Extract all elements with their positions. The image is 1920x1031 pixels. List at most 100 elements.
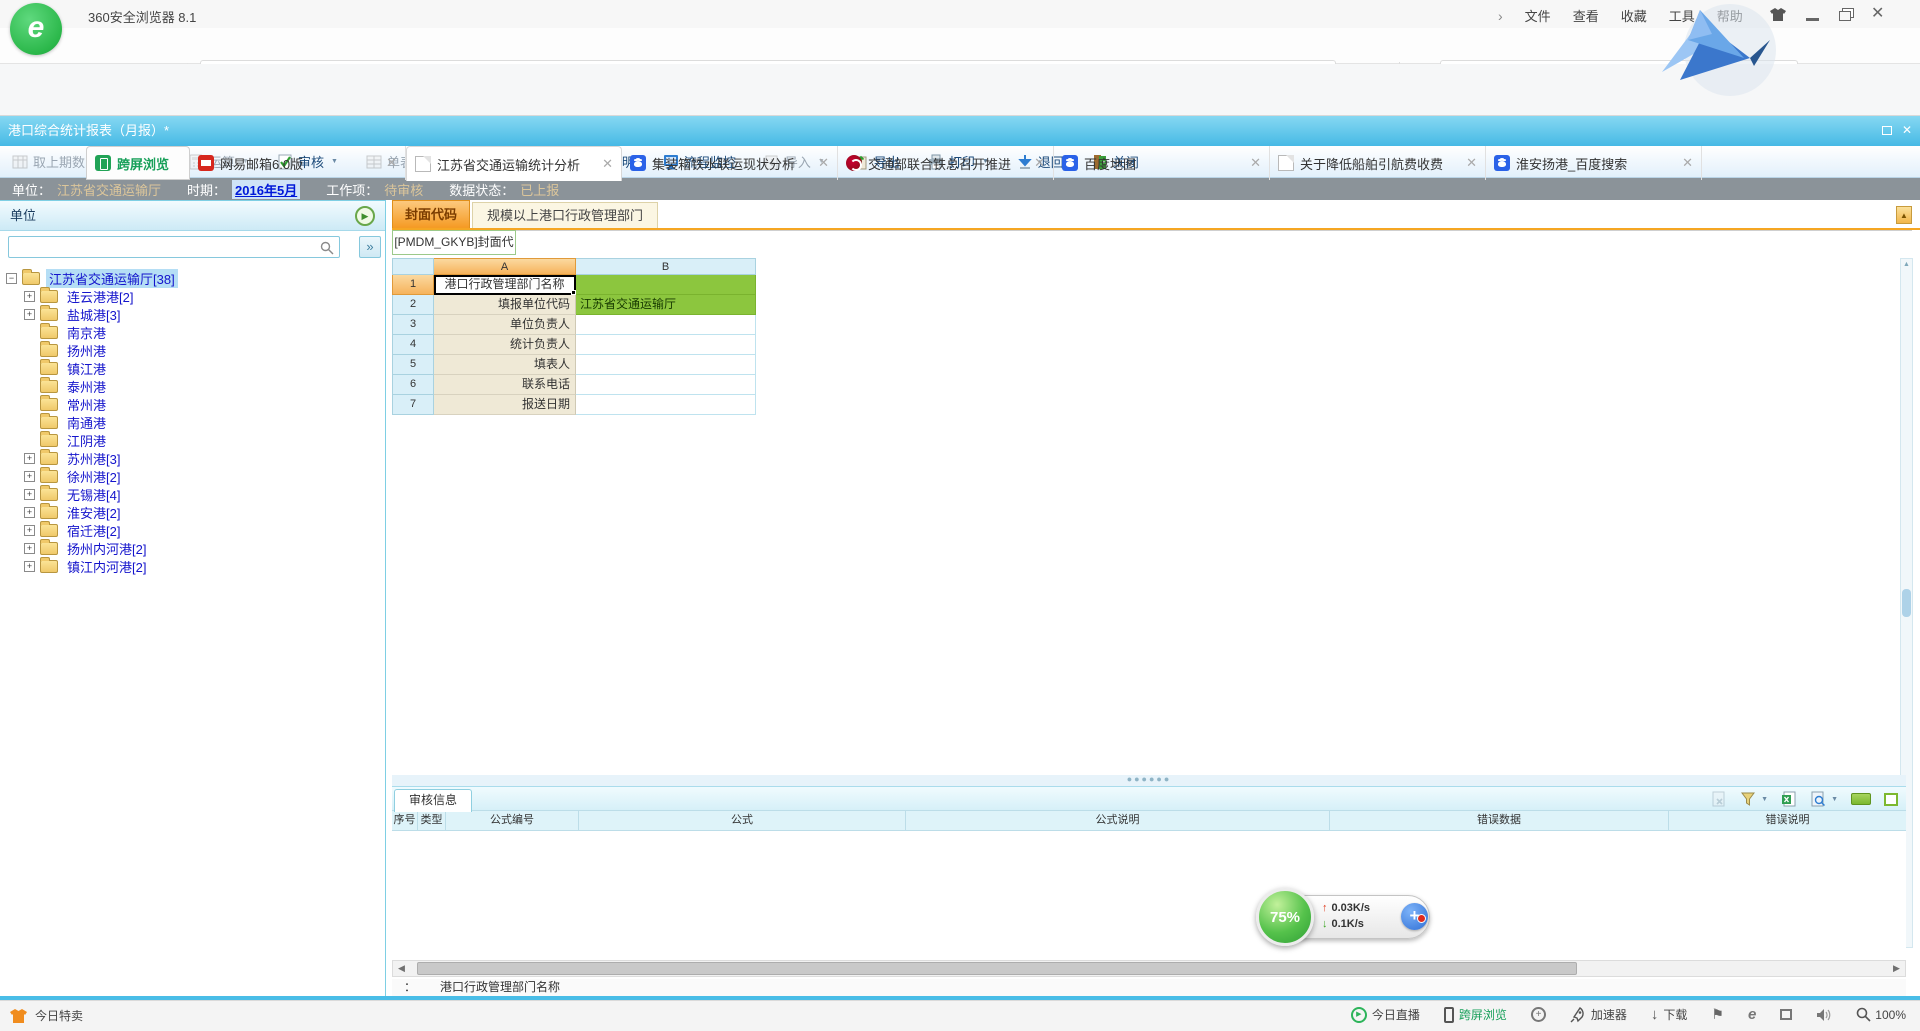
tab-scroll-icon[interactable]: ▲ (1896, 206, 1912, 224)
tab-ministry-meeting[interactable]: 交通部联合铁总召开推进 ✕ (838, 146, 1054, 180)
tab-close-icon[interactable]: ✕ (1466, 155, 1477, 171)
flag-icon[interactable]: ⚑ (1711, 1006, 1724, 1023)
tree-item[interactable]: +无锡港[4] (0, 485, 385, 503)
dropdown-arrow-icon[interactable]: ▼ (1831, 796, 1838, 803)
speaker-icon[interactable] (1816, 1008, 1832, 1022)
row-header[interactable]: 2 (392, 295, 434, 315)
tab-close-icon[interactable]: ✕ (1250, 155, 1261, 171)
collapse-box-icon[interactable]: − (6, 273, 17, 284)
dropdown-arrow-icon[interactable]: ▼ (1761, 796, 1768, 803)
export-excel-icon[interactable] (1781, 791, 1797, 807)
expand-box-icon[interactable]: + (24, 291, 35, 302)
cell-b4[interactable] (576, 335, 756, 355)
page-zoom-item[interactable]: 100% (1856, 1007, 1906, 1022)
tree-item[interactable]: 扬州港 (0, 341, 385, 359)
restore-icon[interactable] (1839, 11, 1851, 21)
tab-container-rail-water[interactable]: 集装箱铁水联运现状分析 ✕ (622, 146, 838, 180)
audit-info-tab[interactable]: 审核信息 (394, 789, 472, 812)
row-header[interactable]: 3 (392, 315, 434, 335)
panel-collapse-icon[interactable]: ▶ (355, 206, 375, 226)
filter-icon[interactable] (1740, 791, 1756, 807)
col-error-data[interactable]: 错误数据 (1330, 811, 1669, 830)
tree-item[interactable]: +盐城港[3] (0, 305, 385, 323)
expand-box-icon[interactable]: + (24, 471, 35, 482)
speed-ball[interactable]: 75% (1256, 888, 1314, 946)
preview-icon[interactable] (1810, 791, 1826, 807)
column-header-b[interactable]: B (576, 258, 756, 275)
tab-jiangsu-transport-stats[interactable]: 江苏省交通运输统计分析 ✕ (406, 146, 622, 181)
download-item[interactable]: ↓下载 (1651, 1006, 1688, 1023)
menu-view[interactable]: 查看 (1573, 6, 1599, 25)
browser-bird-mascot-icon[interactable] (1642, 0, 1792, 104)
row-header[interactable]: 7 (392, 395, 434, 415)
period-link[interactable]: 2016年5月 (232, 180, 300, 199)
close-icon[interactable]: ✕ (1871, 4, 1884, 24)
tab-close-icon[interactable]: ✕ (818, 155, 829, 171)
expand-box-icon[interactable]: + (24, 525, 35, 536)
chevron-right-icon[interactable]: › (1498, 8, 1503, 24)
col-formula-desc[interactable]: 公式说明 (906, 811, 1330, 830)
tab-netease-mail[interactable]: 网易邮箱6.0版 ✕ (190, 146, 406, 180)
cell-a2[interactable]: 填报单位代码 (434, 295, 576, 315)
ie-mode-icon[interactable]: e (1748, 1006, 1756, 1023)
col-type[interactable]: 类型 (418, 811, 446, 830)
cell-b2[interactable]: 江苏省交通运输厅 (576, 295, 756, 315)
sheet-tab[interactable]: [PMDM_GKYB]封面代码 (392, 230, 516, 255)
fetch-previous-button[interactable]: 取上期数 (12, 152, 85, 171)
expand-box-icon[interactable]: + (24, 453, 35, 464)
expand-box-icon[interactable]: + (24, 561, 35, 572)
cell-a4[interactable]: 统计负责人 (434, 335, 576, 355)
tab-port-admin-depts[interactable]: 规模以上港口行政管理部门 (472, 202, 658, 228)
speedup-circle-icon[interactable]: + (1531, 1007, 1546, 1022)
daily-sale-item[interactable]: 今日特卖 (10, 1007, 83, 1024)
live-today-item[interactable]: ▶今日直播 (1351, 1006, 1420, 1023)
tree-item[interactable]: +宿迁港[2] (0, 521, 385, 539)
cell-a3[interactable]: 单位负责人 (434, 315, 576, 335)
clear-errors-icon[interactable] (1711, 791, 1727, 807)
col-formula-no[interactable]: 公式编号 (446, 811, 579, 830)
unit-search-input[interactable] (8, 236, 340, 258)
tree-item[interactable]: +徐州港[2] (0, 467, 385, 485)
tree-item[interactable]: +苏州港[3] (0, 449, 385, 467)
report-close-icon[interactable]: ✕ (1902, 124, 1912, 136)
scrollbar-thumb[interactable] (417, 962, 1577, 975)
tree-item[interactable]: 南京港 (0, 323, 385, 341)
grid-corner-cell[interactable] (392, 258, 434, 275)
cell-b5[interactable] (576, 355, 756, 375)
cell-a7[interactable]: 报送日期 (434, 395, 576, 415)
expand-panel-button[interactable]: » (359, 236, 381, 258)
row-header[interactable]: 6 (392, 375, 434, 395)
tab-close-icon[interactable]: ✕ (1034, 155, 1045, 171)
scroll-left-icon[interactable]: ◀ (393, 961, 410, 976)
booster-item[interactable]: 加速器 (1570, 1006, 1627, 1023)
col-error-desc[interactable]: 错误说明 (1669, 811, 1906, 830)
tab-baidu-map[interactable]: 百度地图 ✕ (1054, 146, 1270, 180)
tree-item[interactable]: 泰州港 (0, 377, 385, 395)
tab-close-icon[interactable]: ✕ (386, 155, 397, 171)
scrollbar-thumb[interactable] (1902, 589, 1911, 617)
cell-a5[interactable]: 填表人 (434, 355, 576, 375)
tab-close-icon[interactable]: ✕ (1682, 155, 1693, 171)
tree-item[interactable]: +连云港港[2] (0, 287, 385, 305)
tree-item[interactable]: 镇江港 (0, 359, 385, 377)
tab-huaian-baidu-search[interactable]: 淮安扬港_百度搜索 ✕ (1486, 146, 1702, 180)
audit-maximize-icon[interactable] (1884, 793, 1898, 806)
cell-b7[interactable] (576, 395, 756, 415)
cell-b3[interactable] (576, 315, 756, 335)
tree-item[interactable]: +镇江内河港[2] (0, 557, 385, 575)
panel-splitter[interactable]: ●●●●●● (392, 775, 1906, 786)
row-header[interactable]: 5 (392, 355, 434, 375)
tree-item[interactable]: 江阴港 (0, 431, 385, 449)
tab-pilotage-fee-doc[interactable]: 关于降低船舶引航费收费 ✕ (1270, 146, 1486, 180)
col-formula[interactable]: 公式 (579, 811, 906, 830)
minimize-icon[interactable] (1806, 18, 1819, 21)
cell-b1[interactable] (576, 275, 756, 295)
menu-file[interactable]: 文件 (1525, 6, 1551, 25)
add-acceleration-icon[interactable]: + (1401, 903, 1428, 930)
speed-overlay[interactable]: 75% ↑0.03K/s ↓0.1K/s + (1256, 888, 1432, 948)
scroll-right-icon[interactable]: ▶ (1888, 961, 1905, 976)
scroll-up-icon[interactable]: ▲ (1901, 261, 1912, 268)
search-icon[interactable] (320, 241, 334, 255)
tab-close-icon[interactable]: ✕ (602, 156, 613, 172)
tab-cross-screen[interactable]: 跨屏浏览 (86, 146, 190, 180)
